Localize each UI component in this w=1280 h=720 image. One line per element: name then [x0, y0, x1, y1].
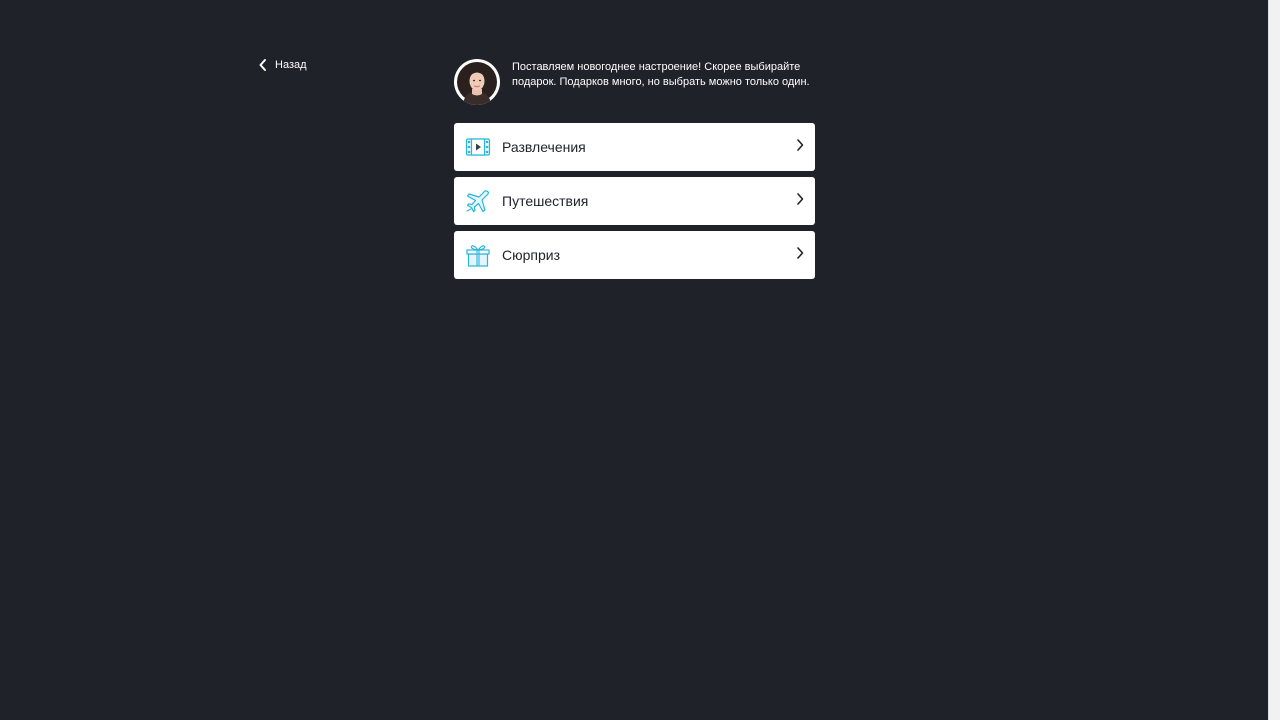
avatar — [454, 59, 500, 105]
page: Назад Поставляем новогоднее настроение! … — [0, 0, 1268, 720]
gift-icon — [465, 242, 491, 268]
assistant-message-text: Поставляем новогоднее настроение! Скорее… — [512, 61, 810, 88]
back-label: Назад — [275, 59, 307, 71]
film-icon — [465, 134, 491, 160]
option-label: Путешествия — [502, 193, 589, 209]
option-surprise[interactable]: Сюрприз — [454, 231, 815, 279]
back-button[interactable]: Назад — [258, 58, 307, 72]
chevron-right-icon — [797, 193, 804, 205]
chevron-left-icon — [259, 59, 266, 71]
chevron-right-icon — [797, 247, 804, 259]
scrollbar[interactable] — [1268, 0, 1280, 720]
airplane-icon — [465, 188, 491, 214]
gift-category-list: Развлечения Путешествия Сюрприз — [454, 123, 815, 285]
chevron-right-icon — [797, 139, 804, 151]
option-label: Сюрприз — [502, 247, 561, 263]
option-label: Развлечения — [502, 139, 586, 155]
assistant-message-block: Поставляем новогоднее настроение! Скорее… — [454, 59, 814, 105]
option-travel[interactable]: Путешествия — [454, 177, 815, 225]
option-entertainment[interactable]: Развлечения — [454, 123, 815, 171]
assistant-avatar-image — [457, 62, 497, 105]
